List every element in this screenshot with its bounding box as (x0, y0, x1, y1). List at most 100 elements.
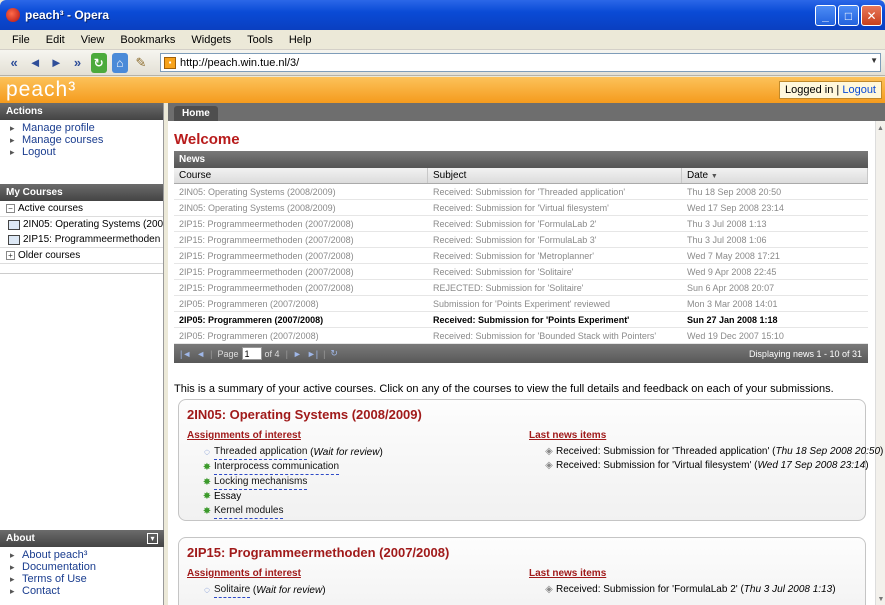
star-icon: ✸ (202, 476, 212, 488)
assignment-list: ◌ Threaded application (Wait for review)… (187, 445, 383, 519)
menu-bookmarks[interactable]: Bookmarks (112, 34, 183, 46)
table-row[interactable]: 2IP15: Programmeermethoden (2007/2008) Re… (174, 264, 868, 280)
menu-widgets[interactable]: Widgets (183, 34, 239, 46)
refresh-icon[interactable]: ↻ (330, 348, 338, 359)
page-title: Welcome (174, 131, 240, 148)
column-subject[interactable]: Subject (428, 168, 682, 183)
list-item[interactable]: ◈ Received: Submission for 'Virtual file… (543, 459, 883, 473)
table-row[interactable]: 2IP15: Programmeermethoden (2007/2008) Re… (174, 248, 868, 264)
older-courses-node[interactable]: + Older courses (0, 248, 163, 264)
logout-side-link[interactable]: Logout (8, 146, 157, 158)
scroll-up-icon[interactable]: ▲ (876, 125, 885, 132)
terms-of-use-link[interactable]: Terms of Use (8, 573, 158, 585)
assignment-link[interactable]: Locking mechanisms (214, 475, 308, 490)
collapse-icon[interactable]: − (6, 204, 15, 213)
menu-edit[interactable]: Edit (38, 34, 73, 46)
cell-subject: Received: Submission for 'FormulaLab 3' (433, 235, 597, 245)
assignment-link[interactable]: Interprocess communication (214, 460, 340, 475)
assignment-link[interactable]: Threaded application (214, 445, 308, 460)
url-input[interactable] (179, 56, 880, 69)
next-page-icon[interactable]: ► (293, 349, 302, 359)
back-icon[interactable]: ◄ (27, 53, 43, 73)
cell-course: 2IN05: Operating Systems (2008/2009) (179, 187, 336, 197)
wand-icon[interactable]: ✎ (133, 53, 149, 73)
list-item[interactable]: ◌ Threaded application (Wait for review) (201, 445, 383, 460)
prev-page-icon[interactable]: ◄ (196, 349, 205, 359)
collapse-icon[interactable]: ▾ (147, 533, 158, 544)
course-icon (8, 219, 20, 230)
course-title[interactable]: 2IP15: Programmeermethoden (2007/2008) (187, 545, 865, 560)
documentation-link[interactable]: Documentation (8, 561, 158, 573)
menu-tools[interactable]: Tools (239, 34, 281, 46)
rewind-icon[interactable]: « (6, 53, 22, 73)
news-items-header[interactable]: Last news items (529, 430, 883, 441)
assignment-link[interactable]: Solitaire (214, 583, 251, 598)
first-page-icon[interactable]: |◄ (180, 349, 191, 359)
course-title[interactable]: 2IN05: Operating Systems (2008/2009) (187, 407, 865, 422)
about-list: About peach³ Documentation Terms of Use … (0, 547, 164, 601)
browser-toolbar: « ◄ ► » ↻ ⌂ ✎ ▪ ▼ (0, 50, 885, 76)
active-courses-node[interactable]: − Active courses (0, 201, 163, 217)
cell-subject: REJECTED: Submission for 'Solitaire' (433, 283, 584, 293)
minimize-button[interactable]: _ (815, 5, 836, 26)
my-courses-header: My Courses (0, 184, 163, 201)
news-items-header[interactable]: Last news items (529, 568, 836, 579)
last-page-icon[interactable]: ►| (307, 349, 318, 359)
cell-course: 2IP15: Programmeermethoden (2007/2008) (179, 235, 354, 245)
assignment-link[interactable]: Essay (214, 490, 241, 504)
assignment-status: Wait for review (313, 446, 380, 458)
table-row[interactable]: 2IP05: Programmeren (2007/2008) Received:… (174, 312, 868, 328)
contact-link[interactable]: Contact (8, 585, 158, 597)
tab-home[interactable]: Home (174, 106, 218, 121)
news-item-date: Thu 3 Jul 2008 1:13 (743, 584, 833, 595)
assignment-link[interactable]: Kernel modules (214, 504, 284, 519)
list-item[interactable]: ◈ Received: Submission for 'FormulaLab 2… (543, 583, 835, 597)
fast-forward-icon[interactable]: » (69, 53, 85, 73)
address-bar[interactable]: ▪ ▼ (159, 53, 881, 72)
list-item[interactable]: ✸ Kernel modules (201, 504, 383, 519)
assignments-header[interactable]: Assignments of interest (187, 568, 326, 579)
page-count-label: of 4 (264, 348, 280, 359)
table-row[interactable]: 2IP05: Programmeren (2007/2008) Received:… (174, 328, 868, 344)
page-number-input[interactable] (241, 347, 262, 360)
site-logo[interactable]: peach³ (6, 78, 76, 102)
news-grid: News Course Subject Date ▼ 2IN05: Operat… (174, 151, 868, 363)
sidebar-course-2in05[interactable]: 2IN05: Operating Systems (2008/2009) (0, 217, 163, 232)
menu-file[interactable]: File (4, 34, 38, 46)
table-row[interactable]: 2IP15: Programmeermethoden (2007/2008) Re… (174, 216, 868, 232)
logged-in-label: Logged in (785, 84, 834, 96)
sidebar-course-2ip15[interactable]: 2IP15: Programmeermethoden (2007/2008) (0, 232, 163, 248)
list-item[interactable]: ✸ Essay (201, 490, 383, 504)
cell-course: 2IP05: Programmeren (2007/2008) (179, 331, 319, 341)
close-button[interactable]: ✕ (861, 5, 882, 26)
menu-help[interactable]: Help (281, 34, 320, 46)
course-box-2in05: 2IN05: Operating Systems (2008/2009) Ass… (178, 399, 883, 521)
table-row[interactable]: 2IN05: Operating Systems (2008/2009) Rece… (174, 184, 868, 200)
manage-profile-link[interactable]: Manage profile (8, 122, 157, 134)
home-icon[interactable]: ⌂ (111, 52, 128, 73)
list-item[interactable]: ✸ Interprocess communication (201, 460, 383, 475)
list-item[interactable]: ✸ Locking mechanisms (201, 475, 383, 490)
expand-icon[interactable]: + (6, 251, 15, 260)
column-date[interactable]: Date ▼ (682, 168, 868, 183)
assignments-header[interactable]: Assignments of interest (187, 430, 383, 441)
about-peach-link[interactable]: About peach³ (8, 549, 158, 561)
list-item[interactable]: ◈ Received: Submission for 'Threaded app… (543, 445, 883, 459)
logout-link[interactable]: Logout (842, 84, 876, 96)
table-row[interactable]: 2IN05: Operating Systems (2008/2009) Rece… (174, 200, 868, 216)
manage-courses-link[interactable]: Manage courses (8, 134, 157, 146)
vertical-scrollbar[interactable]: ▲ ▼ (875, 121, 885, 605)
column-course[interactable]: Course (174, 168, 428, 183)
reload-icon[interactable]: ↻ (90, 52, 107, 73)
scroll-down-icon[interactable]: ▼ (876, 596, 885, 603)
list-item[interactable]: ◌ Solitaire (Wait for review) (201, 583, 326, 598)
older-courses-label: Older courses (18, 250, 81, 261)
maximize-button[interactable]: □ (838, 5, 859, 26)
table-row[interactable]: 2IP15: Programmeermethoden (2007/2008) RE… (174, 280, 868, 296)
table-row[interactable]: 2IP15: Programmeermethoden (2007/2008) Re… (174, 232, 868, 248)
divider: | (285, 348, 288, 359)
table-row[interactable]: 2IP05: Programmeren (2007/2008) Submissio… (174, 296, 868, 312)
menu-view[interactable]: View (73, 34, 113, 46)
forward-icon[interactable]: ► (48, 53, 64, 73)
chevron-down-icon[interactable]: ▼ (870, 56, 878, 65)
